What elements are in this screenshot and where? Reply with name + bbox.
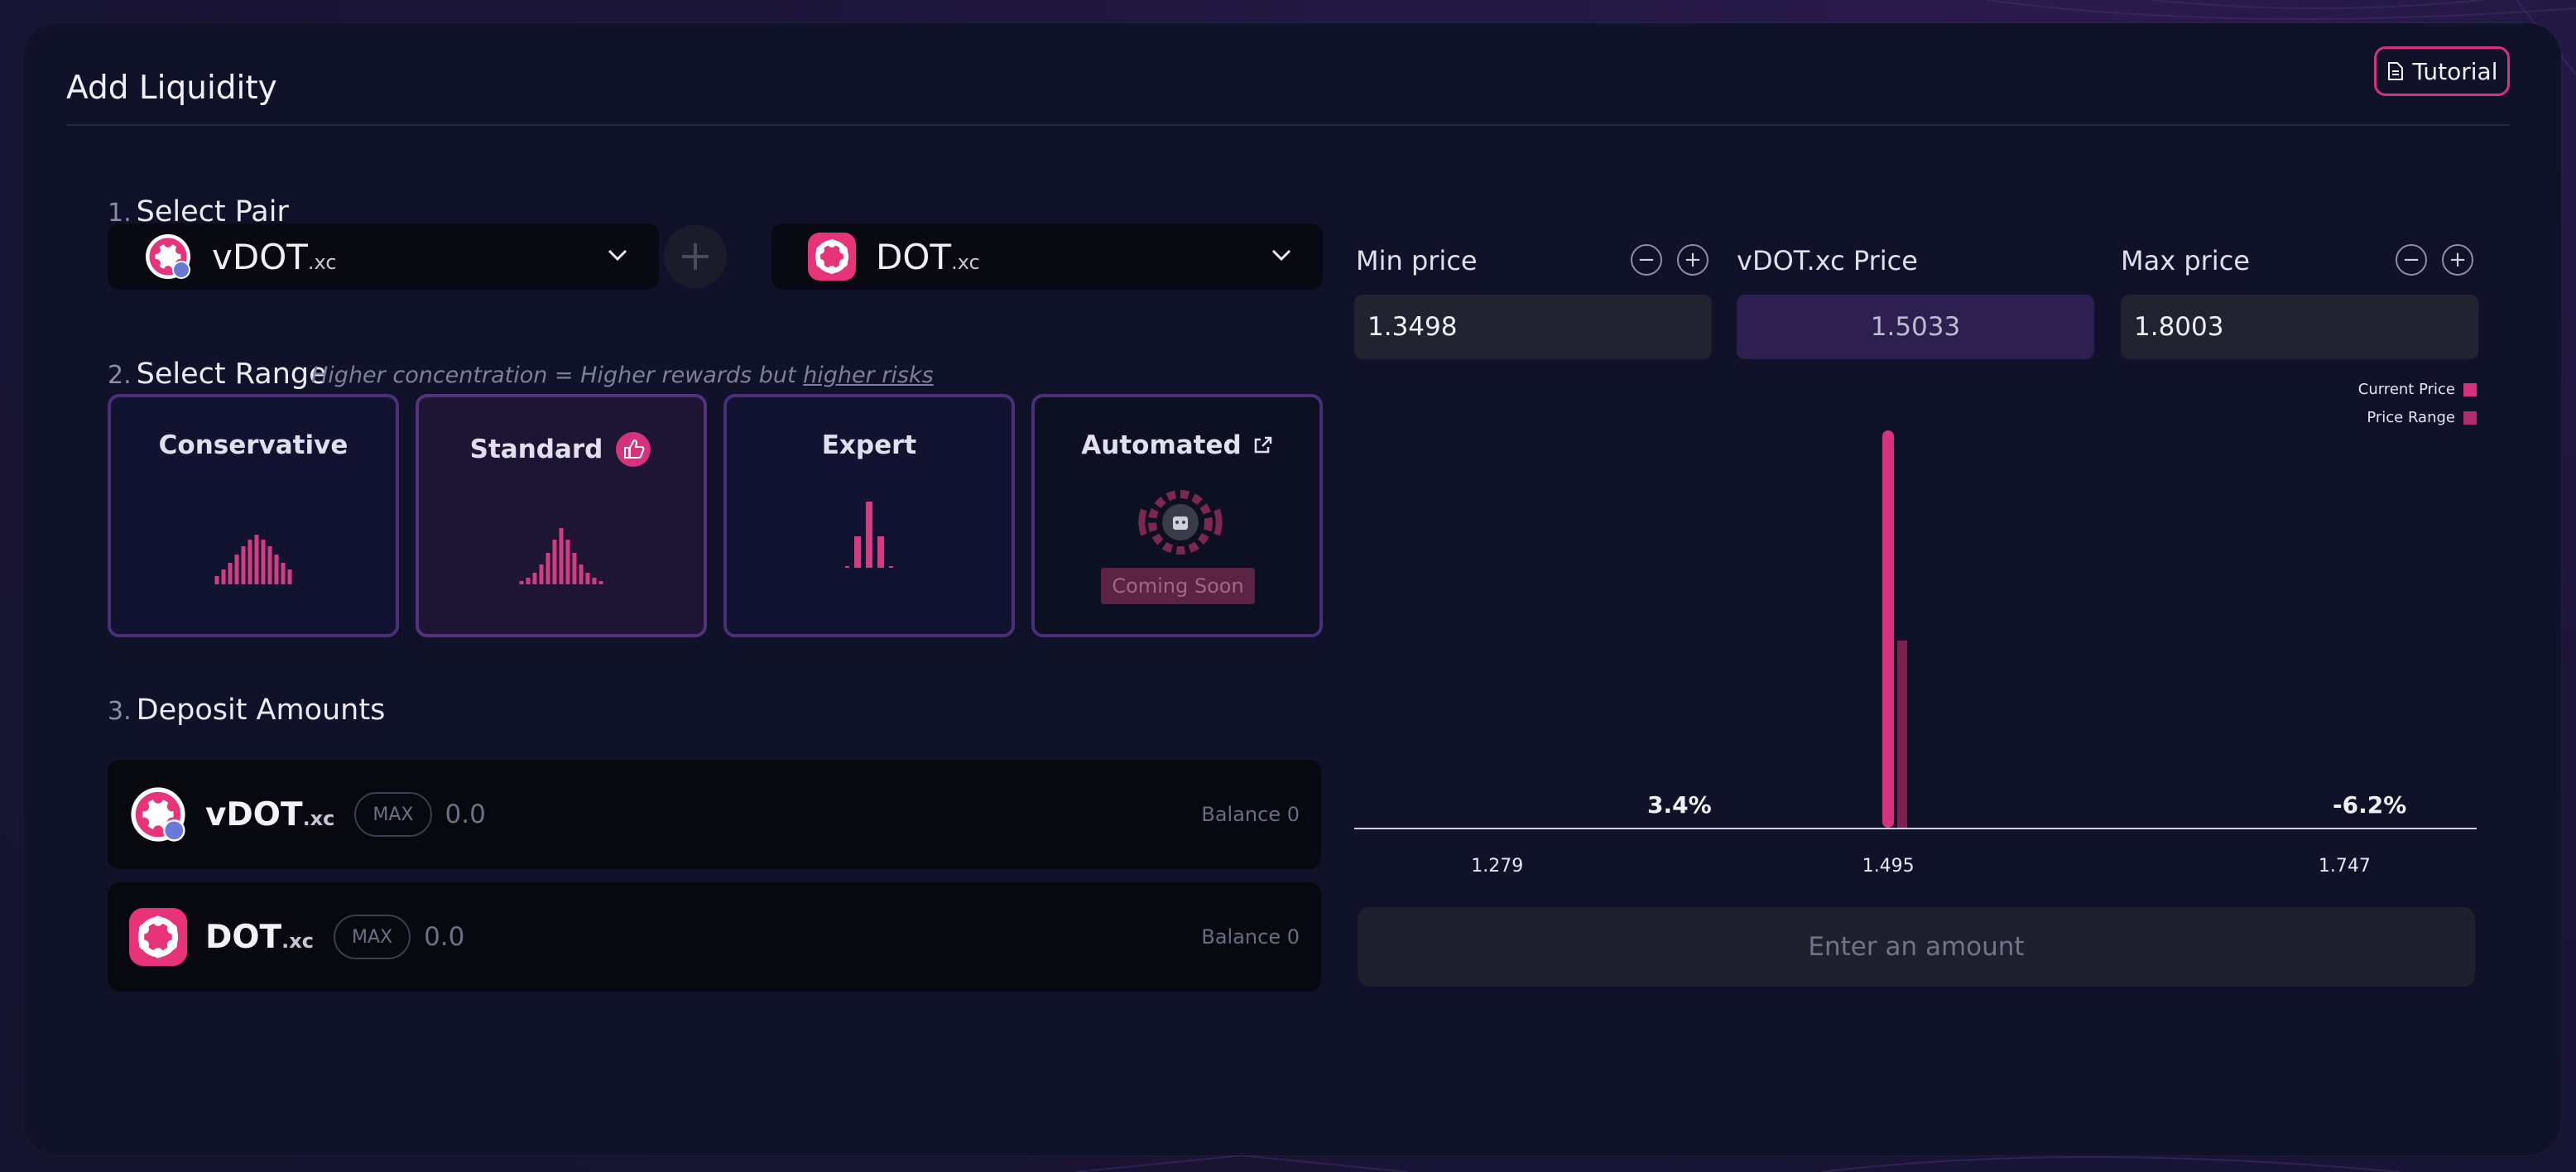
deposit-amounts-heading: 3. Deposit Amounts bbox=[108, 694, 385, 727]
min-price-increment-button[interactable]: + bbox=[1677, 244, 1709, 276]
strategy-label: Automated bbox=[1081, 430, 1242, 460]
step-number: 2. bbox=[108, 361, 132, 390]
strategy-label: Standard bbox=[469, 435, 603, 464]
token-b-label: DOT.xc bbox=[876, 237, 980, 277]
chevron-down-icon bbox=[1271, 249, 1291, 262]
token-a-name: vDOT bbox=[212, 236, 308, 277]
deposit-row-vdot: vDOT.xc MAX Balance 0 bbox=[108, 760, 1321, 869]
dot-token-icon bbox=[808, 233, 856, 281]
distribution-standard-icon bbox=[519, 528, 603, 584]
enter-amount-button[interactable]: Enter an amount bbox=[1358, 907, 2475, 987]
section-title: Select Range bbox=[136, 358, 327, 391]
deposit-amount-input[interactable] bbox=[424, 922, 839, 952]
page-title: Add Liquidity bbox=[66, 70, 277, 107]
vdot-token-icon bbox=[131, 787, 185, 842]
dot-token-icon bbox=[129, 908, 187, 966]
min-price-input[interactable] bbox=[1367, 312, 1712, 342]
chevron-down-icon bbox=[608, 249, 627, 262]
deposit-row-dot: DOT.xc MAX Balance 0 bbox=[108, 882, 1321, 992]
select-range-heading: 2. Select Range bbox=[108, 358, 327, 391]
strategy-automated-card[interactable]: Automated Coming Soon bbox=[1031, 394, 1323, 637]
min-price-decrement-button[interactable]: − bbox=[1631, 244, 1662, 276]
x-tick-label: 1.747 bbox=[2318, 856, 2371, 877]
legend-label: Current Price bbox=[2357, 381, 2455, 398]
header-divider bbox=[66, 124, 2510, 126]
min-percent-label: 3.4% bbox=[1647, 791, 1712, 819]
current-price-label: vDOT.xc Price bbox=[1737, 245, 1918, 276]
balance-label: Balance 0 bbox=[1201, 925, 1300, 949]
token-b-name: DOT bbox=[876, 236, 952, 277]
strategy-expert-card[interactable]: Expert bbox=[723, 394, 1015, 637]
distribution-narrow-icon bbox=[845, 502, 893, 568]
tutorial-label: Tutorial bbox=[2412, 57, 2498, 85]
document-icon bbox=[2387, 62, 2403, 80]
balance-label: Balance 0 bbox=[1201, 803, 1300, 826]
deposit-token-name: vDOT bbox=[205, 795, 303, 833]
max-price-label: Max price bbox=[2121, 245, 2250, 276]
current-price-value: 1.5033 bbox=[1870, 312, 1961, 342]
min-price-label: Min price bbox=[1356, 245, 1478, 276]
coming-soon-badge: Coming Soon bbox=[1101, 568, 1255, 604]
strategy-label: Conservative bbox=[158, 430, 348, 460]
price-range-bar bbox=[1897, 641, 1908, 828]
thumbs-up-badge-icon bbox=[616, 432, 651, 467]
range-hint: Higher concentration = Higher rewards bu… bbox=[311, 363, 934, 388]
step-number: 3. bbox=[108, 697, 132, 726]
max-button[interactable]: MAX bbox=[354, 792, 432, 837]
strategy-conservative-card[interactable]: Conservative bbox=[108, 394, 399, 637]
higher-risks-link[interactable]: higher risks bbox=[803, 363, 934, 388]
token-a-select[interactable]: vDOT.xc bbox=[108, 223, 659, 290]
max-price-decrement-button[interactable]: − bbox=[2396, 244, 2427, 276]
max-price-input[interactable] bbox=[2134, 312, 2478, 342]
deposit-token-label: vDOT.xc bbox=[205, 796, 334, 833]
max-price-field bbox=[2121, 295, 2478, 359]
section-title: Deposit Amounts bbox=[136, 694, 386, 727]
liquidity-chart: 3.4% -6.2% 1.279 1.495 1.747 bbox=[1354, 422, 2477, 886]
legend-swatch bbox=[2463, 382, 2477, 396]
deposit-token-suffix: .xc bbox=[281, 929, 314, 953]
current-price-bar bbox=[1882, 430, 1895, 828]
distribution-wide-icon bbox=[214, 535, 292, 584]
min-price-field bbox=[1354, 295, 1712, 359]
x-tick-label: 1.279 bbox=[1471, 856, 1524, 877]
robot-gear-icon bbox=[1138, 490, 1223, 555]
token-b-suffix: .xc bbox=[951, 250, 980, 274]
external-link-icon bbox=[1254, 436, 1271, 454]
token-a-suffix: .xc bbox=[307, 250, 337, 274]
deposit-token-suffix: .xc bbox=[302, 806, 335, 830]
legend-current-price: Current Price bbox=[2358, 381, 2477, 398]
tutorial-button[interactable]: Tutorial bbox=[2374, 46, 2510, 96]
max-percent-label: -6.2% bbox=[2333, 791, 2407, 819]
deposit-token-label: DOT.xc bbox=[205, 919, 314, 956]
max-price-increment-button[interactable]: + bbox=[2442, 244, 2473, 276]
range-hint-text: Higher concentration = Higher rewards bu… bbox=[311, 363, 804, 388]
deposit-token-name: DOT bbox=[205, 918, 282, 956]
current-price-field: 1.5033 bbox=[1737, 295, 2094, 359]
x-tick-label: 1.495 bbox=[1862, 856, 1915, 877]
deposit-amount-input[interactable] bbox=[445, 800, 859, 829]
plus-icon bbox=[682, 243, 709, 270]
vdot-token-icon bbox=[146, 234, 190, 279]
strategy-label: Expert bbox=[821, 430, 917, 460]
token-b-select[interactable]: DOT.xc bbox=[771, 223, 1323, 290]
add-pair-button[interactable] bbox=[664, 225, 727, 288]
token-a-label: vDOT.xc bbox=[212, 237, 337, 277]
x-axis-line bbox=[1354, 828, 2477, 829]
strategy-standard-card[interactable]: Standard bbox=[416, 394, 707, 637]
max-button[interactable]: MAX bbox=[333, 915, 411, 959]
